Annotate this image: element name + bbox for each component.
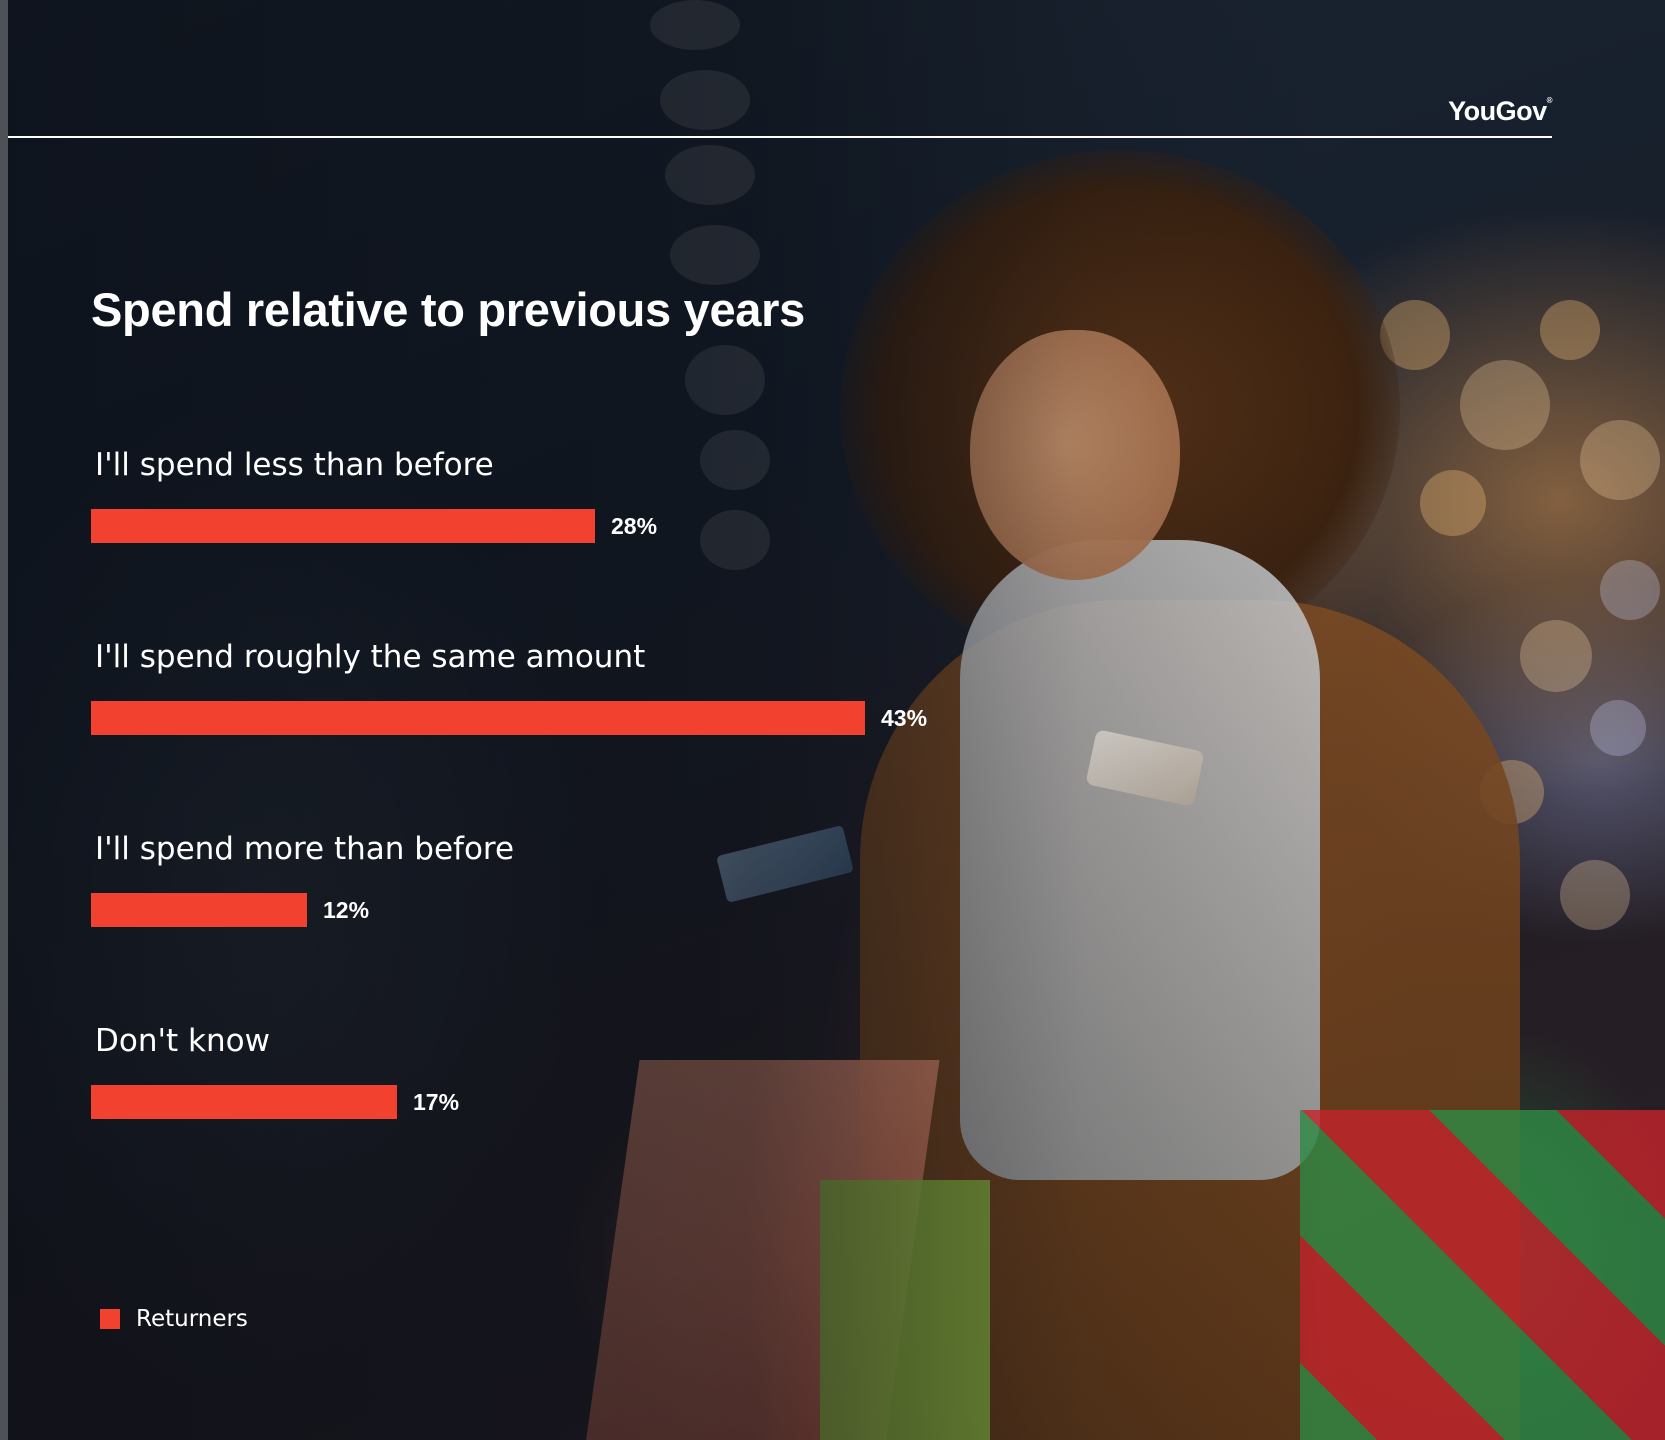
bar — [91, 893, 307, 927]
value-label: 43% — [881, 705, 927, 731]
bar-chart: I'll spend less than before 28% I'll spend… — [91, 447, 927, 1119]
legend-label: Returners — [136, 1306, 248, 1332]
value-label: 28% — [611, 513, 657, 539]
category-label: I'll spend roughly the same amount — [95, 639, 645, 675]
legend-swatch — [100, 1309, 120, 1329]
infographic-canvas: YouGov® Spend relative to previous years… — [0, 0, 1665, 1440]
category-label: I'll spend less than before — [95, 447, 494, 483]
bar — [91, 701, 865, 735]
bar — [91, 1085, 397, 1119]
value-label: 17% — [413, 1089, 459, 1115]
category-label: I'll spend more than before — [95, 831, 514, 867]
category-label: Don't know — [95, 1023, 270, 1059]
chart-legend: Returners — [100, 1306, 248, 1332]
value-label: 12% — [323, 897, 369, 923]
bar — [91, 509, 595, 543]
